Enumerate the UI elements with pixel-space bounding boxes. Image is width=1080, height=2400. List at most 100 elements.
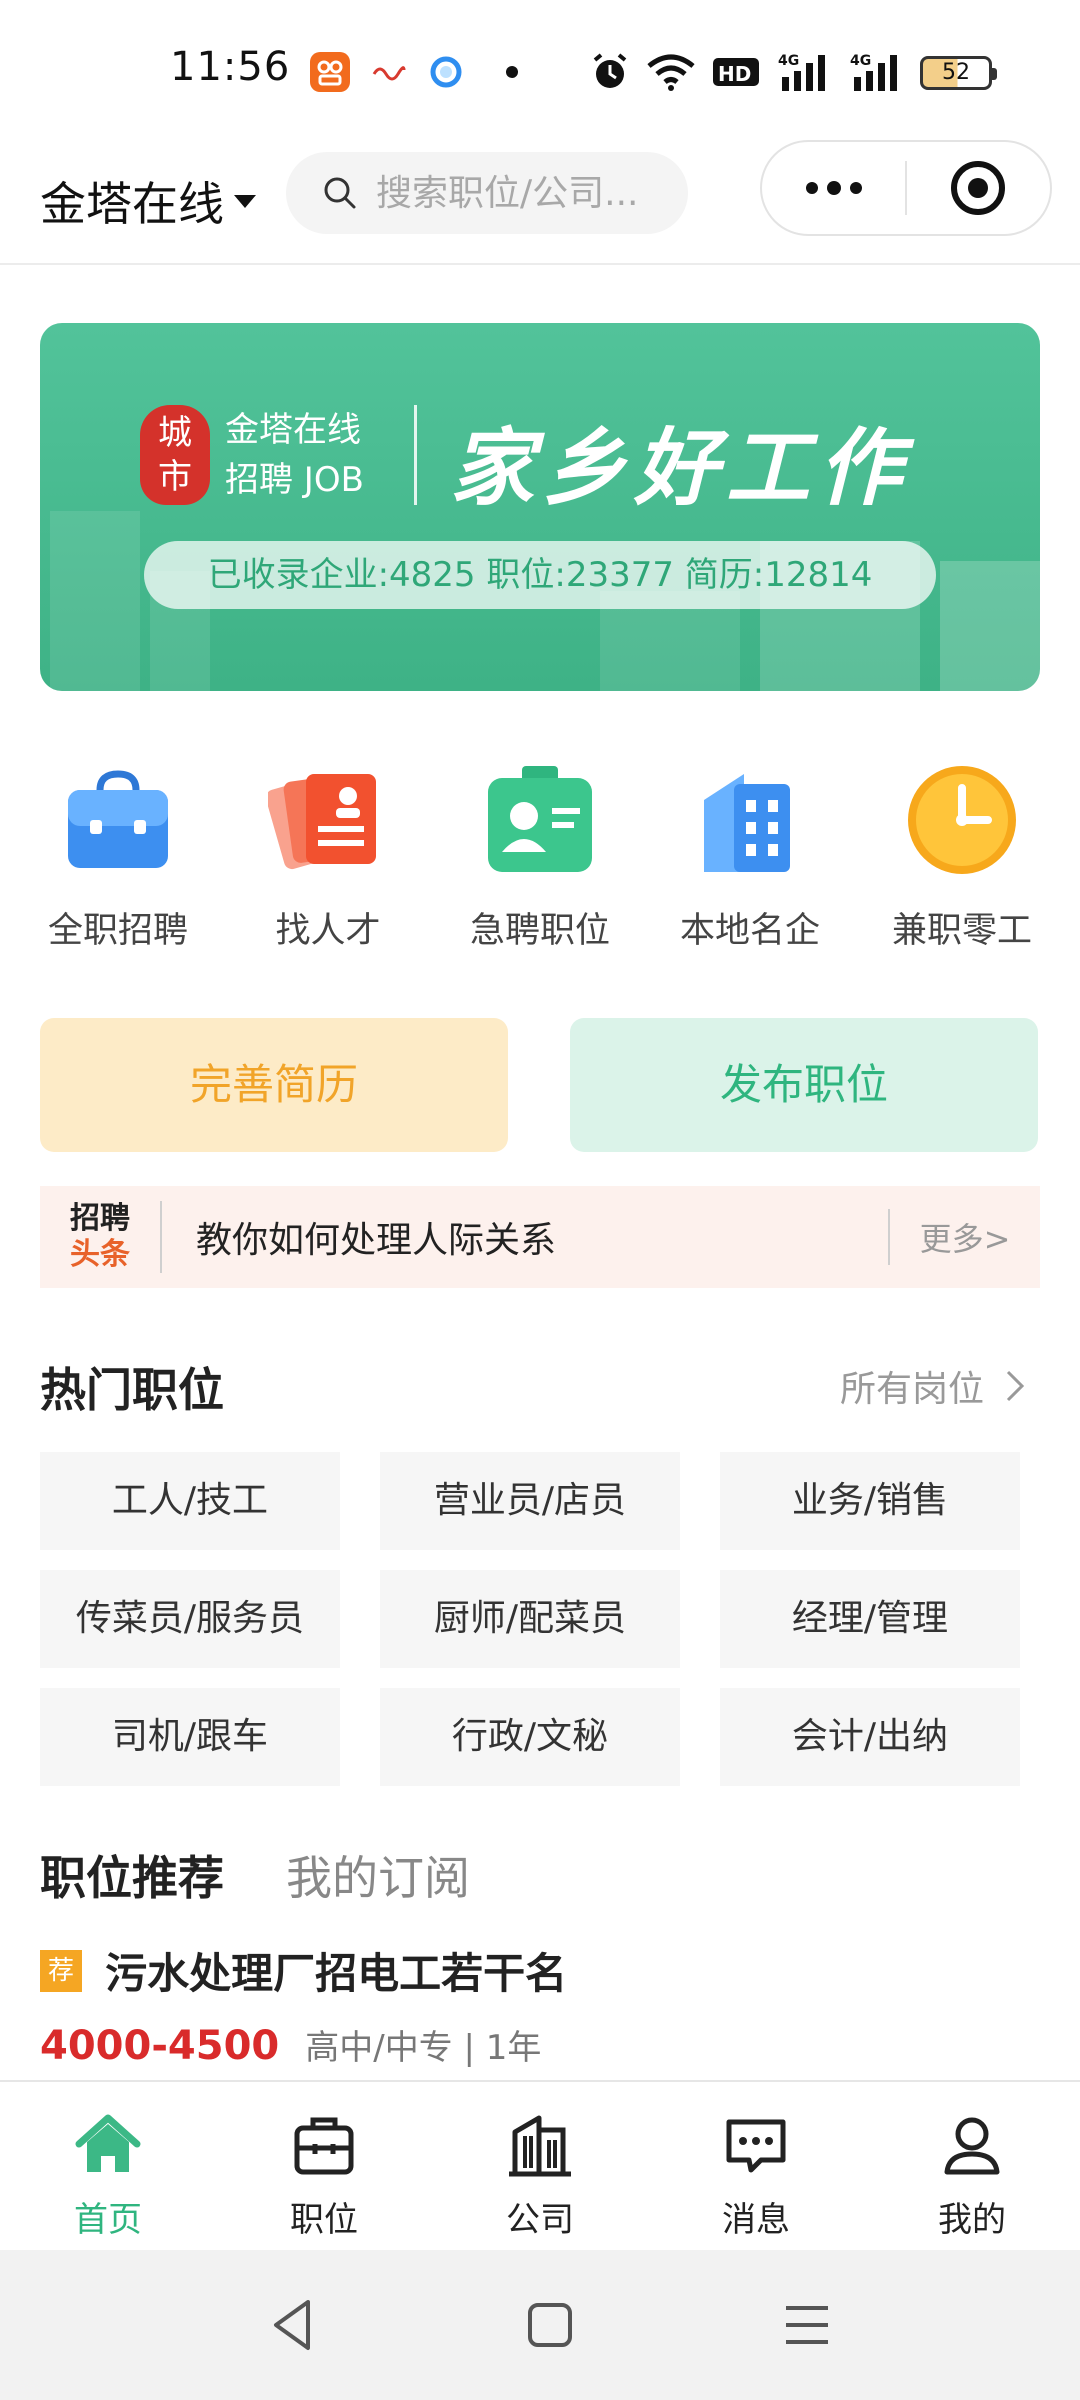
quick-nav-urgent[interactable]: 急聘职位 [440,760,640,953]
id-badge-icon [488,766,592,872]
city-name: 金塔在线 [40,177,224,231]
more-button[interactable] [762,140,905,236]
all-positions-label: 所有岗位 [839,1369,984,1410]
recommended-tag: 荐 [40,1949,82,1992]
quick-nav-fulltime[interactable]: 全职招聘 [18,760,218,953]
job-salary: 4000-4500 [40,2023,280,2069]
buildings-icon [704,774,790,872]
app-header: 金塔在线 [0,140,1080,265]
status-time: 11:56 [170,44,291,90]
quick-nav-talent[interactable]: 找人才 [228,760,428,953]
building-outline-icon [509,2115,571,2177]
banner-slogan: 家乡好工作 [450,418,911,517]
quick-nav-parttime[interactable]: 兼职零工 [862,760,1062,953]
tab-label: 消息 [722,2200,790,2240]
tab-messages[interactable]: 消息 [676,2110,836,2241]
hot-job-chip[interactable]: 行政/文秘 [380,1688,680,1786]
job-title[interactable]: 污水处理厂招电工若干名 [105,1940,567,2001]
hot-job-chip[interactable]: 厨师/配菜员 [380,1570,680,1668]
signal-4g-icon: 4G [850,50,906,94]
notification-dot-icon [506,66,518,78]
tab-label: 公司 [506,2200,574,2240]
signal-4g-icon: 4G [778,50,834,94]
close-miniprogram-button[interactable] [907,140,1050,236]
clock-icon [908,766,1016,874]
building-silhouette [940,561,1040,691]
system-navigation-bar [0,2250,1080,2400]
site-stats: 已收录企业:4825 职位:23377 简历:12814 [144,541,936,609]
tab-label: 我的 [938,2200,1006,2240]
hot-job-chip[interactable]: 司机/跟车 [40,1688,340,1786]
job-meta: 4000-4500 高中/中专 | 1年 [40,2020,541,2069]
target-circle-icon [951,161,1006,215]
city-selector[interactable]: 金塔在线 [40,168,256,234]
quick-nav-label: 兼职零工 [891,911,1032,951]
search-icon [324,177,356,209]
headline-news-bar[interactable]: 招聘 头条 教你如何处理人际关系 更多> [40,1186,1040,1288]
headline-more-link[interactable]: 更多> [890,1214,1040,1260]
building-silhouette [50,511,140,691]
miniprogram-capsule [760,140,1052,236]
back-icon[interactable] [258,2290,328,2360]
tab-companies[interactable]: 公司 [460,2110,620,2241]
message-icon [726,2119,786,2173]
brand-line1: 金塔在线 [225,410,361,450]
headline-logo-bottom: 头条 [70,1237,130,1272]
brand-text: 金塔在线 招聘 JOB [225,405,364,505]
hot-job-chip[interactable]: 业务/销售 [720,1452,1020,1550]
briefcase-icon [68,770,168,868]
tab-label: 首页 [74,2200,142,2240]
quick-nav-label: 本地名企 [679,911,820,951]
alarm-icon [590,50,630,94]
all-positions-link[interactable]: 所有岗位 [840,1360,1030,1412]
briefcase-outline-icon [294,2117,354,2175]
job-card[interactable]: 荐 污水处理厂招电工若干名 4000-4500 高中/中专 | 1年 [40,1940,1040,2069]
recommend-tabs: 职位推荐 我的订阅 [40,1842,470,1908]
search-bar[interactable] [286,152,688,234]
tab-home[interactable]: 首页 [28,2110,188,2241]
headline-text[interactable]: 教你如何处理人际关系 [162,1211,888,1263]
hot-job-chip[interactable]: 工人/技工 [40,1452,340,1550]
hot-job-chip[interactable]: 会计/出纳 [720,1688,1020,1786]
battery-indicator: 52 [920,56,997,90]
hot-job-chip[interactable]: 传菜员/服务员 [40,1570,340,1668]
home-icon [75,2114,141,2172]
headline-logo: 招聘 头条 [40,1201,160,1273]
quick-nav-label: 全职招聘 [47,911,188,951]
tab-recommended-jobs[interactable]: 职位推荐 [40,1842,224,1908]
headline-logo-top: 招聘 [70,1201,130,1236]
caret-down-icon [234,194,256,208]
tab-jobs[interactable]: 职位 [244,2110,404,2241]
user-icon [944,2117,1000,2175]
quick-nav-label: 急聘职位 [469,911,610,951]
svg-text:4G: 4G [778,53,799,69]
home-square-icon[interactable] [515,2290,585,2360]
tab-my-subscriptions[interactable]: 我的订阅 [286,1842,470,1908]
logo-divider [414,405,417,505]
wifi-icon [646,50,696,94]
browser-app-icon [426,52,466,92]
tab-label: 职位 [290,2200,358,2240]
chevron-right-icon [1006,1370,1025,1402]
complete-resume-button[interactable]: 完善简历 [40,1018,508,1152]
tab-profile[interactable]: 我的 [892,2110,1052,2241]
quick-nav: 全职招聘 找人才 急聘职位 本地名企 兼职零工 [0,760,1080,970]
promo-banner[interactable]: 城市 金塔在线 招聘 JOB 家乡好工作 已收录企业:4825 职位:23377… [40,323,1040,691]
post-job-button[interactable]: 发布职位 [570,1018,1038,1152]
brand-line2: 招聘 JOB [225,460,364,500]
hot-job-chip[interactable]: 营业员/店员 [380,1452,680,1550]
job-requirements: 高中/中专 | 1年 [305,2028,542,2068]
hot-jobs-title: 热门职位 [40,1363,224,1417]
hot-job-chip[interactable]: 经理/管理 [720,1570,1020,1668]
search-input[interactable] [376,172,656,214]
app-notification-icon [310,52,350,92]
quick-nav-label: 找人才 [275,911,381,951]
svg-text:4G: 4G [850,53,871,69]
news-app-icon [368,52,408,92]
resume-cards-icon [265,774,376,870]
svg-text:HD: HD [718,62,751,86]
quick-nav-local-companies[interactable]: 本地名企 [650,760,850,953]
recent-apps-icon[interactable] [772,2290,842,2360]
more-dots-icon [805,181,862,195]
bottom-tab-bar: 首页 职位 公司 消息 我的 [0,2080,1080,2250]
